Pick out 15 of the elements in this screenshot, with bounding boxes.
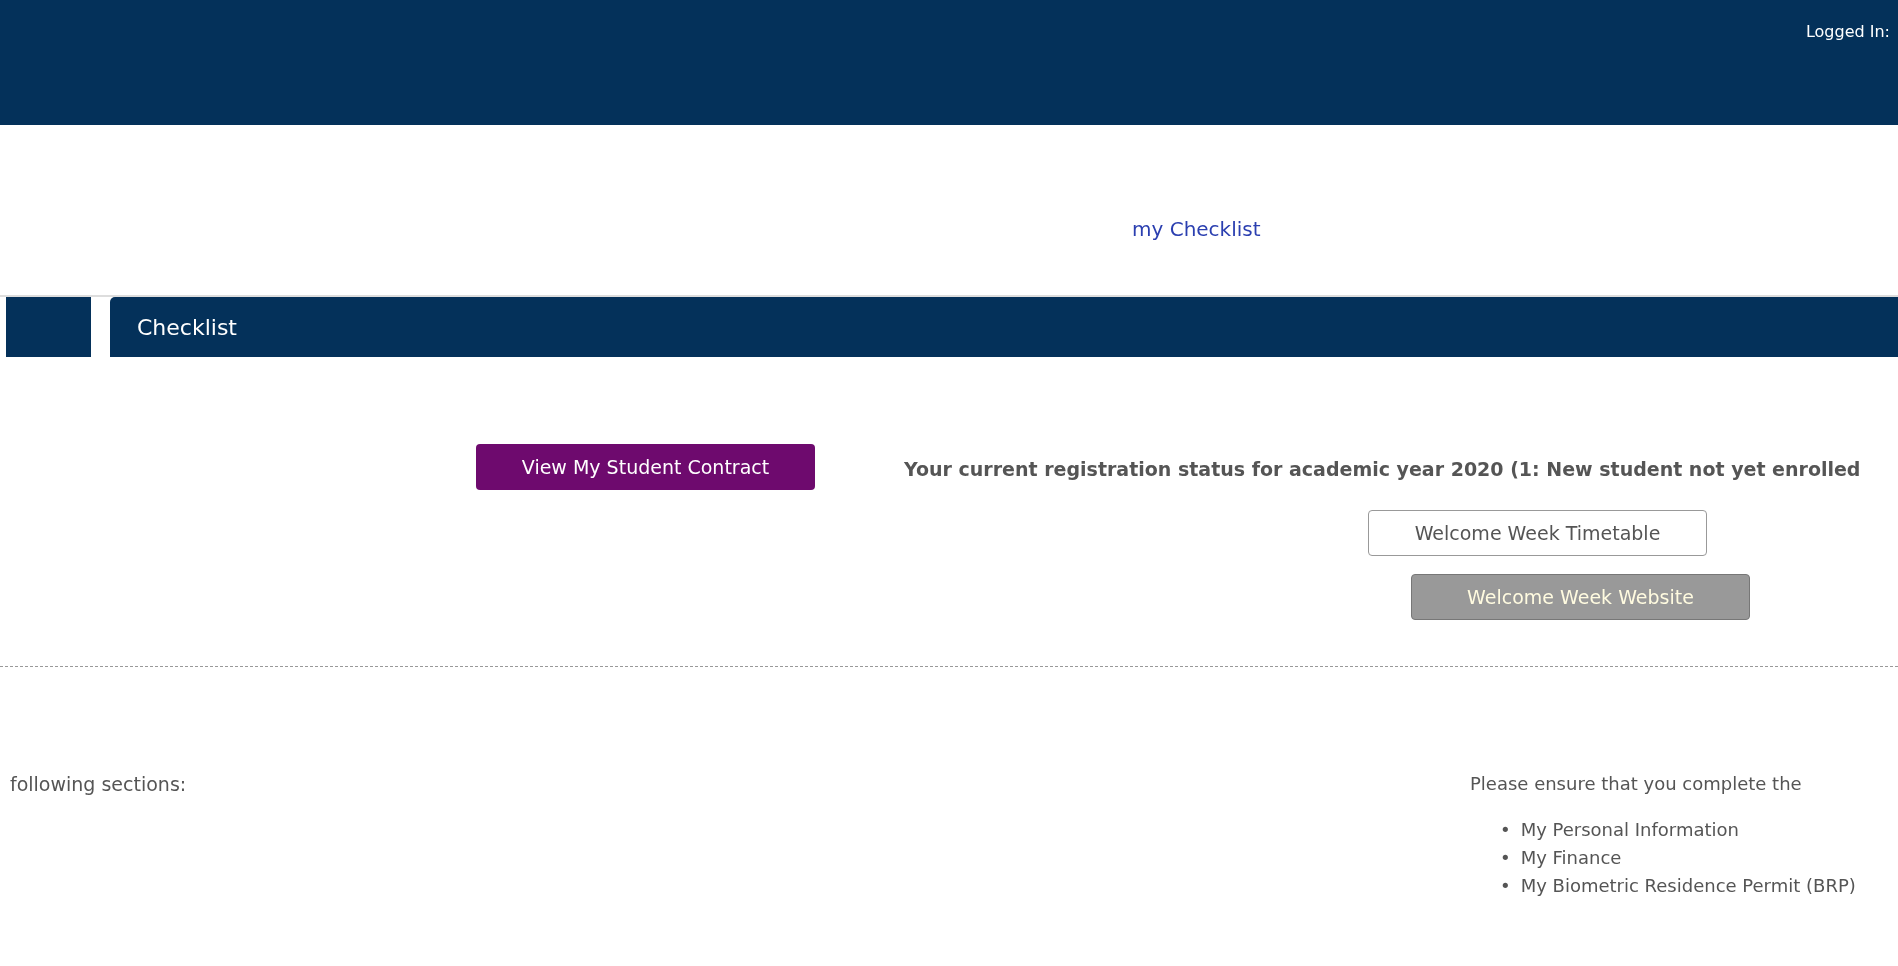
status-text: Your current registration status for academic year 2020 (1: New student not yet enrolled <box>904 458 1862 480</box>
bullet-mark: • <box>1500 846 1511 870</box>
panel-title: Checklist <box>137 314 237 340</box>
checklist-item: My Finance <box>1520 846 1622 870</box>
checklist-item: My Biometric Residence Permit (BRP) <box>1520 874 1856 898</box>
nav-link[interactable]: my Checklist <box>1132 217 1261 241</box>
side-tab[interactable] <box>6 297 91 357</box>
bullet-mark: • <box>1500 874 1511 898</box>
checklist-item: My Personal Information <box>1520 818 1739 842</box>
timetable-button[interactable]: Welcome Week Timetable <box>1368 510 1707 556</box>
bullet-mark: • <box>1500 818 1511 842</box>
instruction-text: Please ensure that you complete the <box>1470 773 1803 794</box>
login-label: Logged In: <box>1805 22 1890 41</box>
contract-button[interactable]: View My Student Contract <box>476 444 815 490</box>
section-note: following sections: <box>10 773 187 797</box>
